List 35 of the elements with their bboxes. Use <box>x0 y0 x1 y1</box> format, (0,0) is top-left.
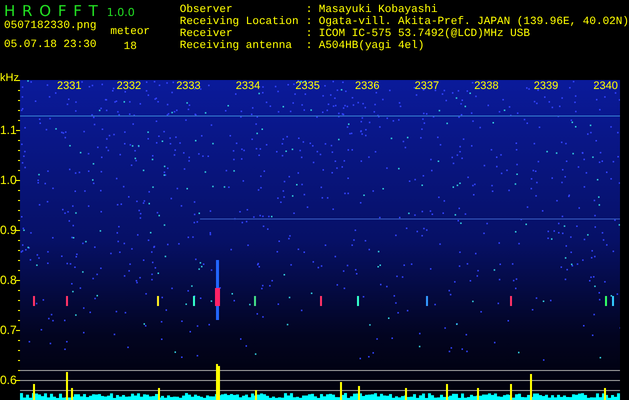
time-label: 2333 <box>176 80 201 92</box>
time-label: 2336 <box>355 80 380 92</box>
info-separator: : <box>306 4 314 16</box>
meteor-count: 18 <box>124 41 137 54</box>
info-label: Receiving antenna <box>180 40 293 52</box>
info-value: Ogata-vill. Akita-Pref. JAPAN (139.96E, 40.02N) <box>318 16 629 28</box>
time-label: 2334 <box>236 80 260 92</box>
info-label: Observer <box>180 4 234 16</box>
axis-label: 0.6 <box>0 373 17 387</box>
meteor-label: meteor <box>110 26 150 39</box>
axis-label: 0.8 <box>0 273 17 287</box>
time-label: 2332 <box>116 80 142 92</box>
info-label: Receiving Location <box>180 16 300 28</box>
info-label: Receiver <box>180 28 234 40</box>
info-separator: : <box>306 28 314 40</box>
axis-label: 0.9 <box>0 223 17 237</box>
time-label: 2340 <box>593 80 618 92</box>
file-name: 0507182330.png <box>4 20 96 33</box>
axis-unit: kHz <box>0 72 19 84</box>
axis-label: 0.7 <box>0 323 17 337</box>
version-label: 1.0.0 <box>106 6 135 19</box>
info-value: Masayuki Kobayashi <box>318 4 438 16</box>
axis-label: 1.0 <box>0 173 17 187</box>
time-label: 2339 <box>534 80 558 92</box>
time-label: 2338 <box>474 80 499 92</box>
info-value: A504HB(yagi 4el) <box>318 40 424 52</box>
app-name: H R O F F T <box>4 2 99 20</box>
info-separator: : <box>306 40 314 52</box>
info-value: ICOM IC-575 53.7492(@LCD)MHz USB <box>318 28 530 40</box>
time-label: 2337 <box>414 80 440 92</box>
axis-label: 1.1 <box>0 123 17 137</box>
info-separator: : <box>306 16 314 28</box>
date-time: 05.07.18 23:30 <box>4 39 96 52</box>
time-label: 2335 <box>295 80 320 92</box>
time-label: 2331 <box>57 80 82 92</box>
